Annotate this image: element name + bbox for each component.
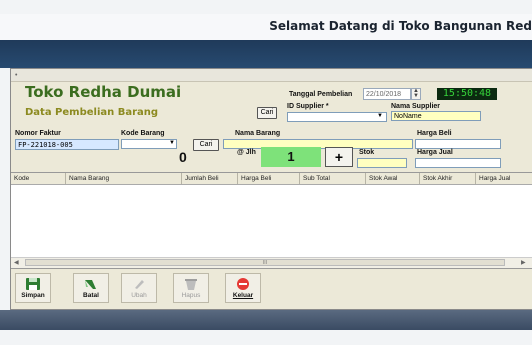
- save-button[interactable]: Simpan: [15, 273, 51, 303]
- trash-icon: [185, 279, 197, 290]
- horizontal-scrollbar[interactable]: ◀ III ▶: [11, 257, 532, 268]
- total-display: 0: [179, 149, 187, 165]
- column-header-nama-barang[interactable]: Nama Barang: [66, 173, 182, 184]
- sell-price-label: Harga Jual: [417, 149, 453, 156]
- column-header-jumlah-beli[interactable]: Jumlah Beli: [182, 173, 238, 184]
- column-header-harga-beli[interactable]: Harga Beli: [238, 173, 300, 184]
- action-toolbar: Simpan Batal Ubah Hapus Keluar: [11, 271, 532, 307]
- undo-icon: [85, 280, 96, 289]
- table-header: Kode Nama Barang Jumlah Beli Harga Beli …: [11, 173, 532, 185]
- supplier-name-field[interactable]: NoName: [391, 111, 481, 121]
- column-header-stok-akhir[interactable]: Stok Akhir: [420, 173, 476, 184]
- cancel-button[interactable]: Batal: [73, 273, 109, 303]
- item-code-label: Kode Barang: [121, 130, 165, 137]
- cancel-label: Batal: [83, 292, 99, 299]
- exit-label: Keluar: [232, 292, 254, 299]
- scroll-left-icon[interactable]: ◀: [14, 259, 19, 266]
- column-header-harga-jual[interactable]: Harga Jual: [476, 173, 532, 184]
- stock-label: Stok: [359, 149, 375, 156]
- invoice-label: Nomor Faktur: [15, 130, 61, 137]
- save-icon: [26, 278, 40, 290]
- buy-price-field[interactable]: [415, 139, 501, 149]
- search-supplier-button[interactable]: Cari: [257, 107, 277, 119]
- supplier-id-label: ID Supplier *: [287, 103, 329, 110]
- purchase-items-table[interactable]: Kode Nama Barang Jumlah Beli Harga Beli …: [11, 172, 532, 269]
- qty-label: @ Jlh: [237, 149, 256, 156]
- purchase-window: • Toko Redha Dumai Data Pembelian Barang…: [10, 68, 532, 310]
- welcome-text: Selamat Datang di Toko Bangunan Red: [269, 19, 532, 33]
- buy-price-label: Harga Beli: [417, 130, 452, 137]
- supplier-id-select[interactable]: [287, 112, 387, 122]
- quantity-field[interactable]: 1: [261, 147, 321, 167]
- store-name: Toko Redha Dumai: [25, 83, 182, 101]
- footer-band: [0, 310, 532, 330]
- window-icon: •: [15, 72, 18, 79]
- scrollbar-thumb[interactable]: III: [25, 259, 505, 266]
- chevron-down-icon[interactable]: ▼: [169, 140, 175, 146]
- form-subtitle: Data Pembelian Barang: [25, 107, 159, 118]
- welcome-banner: Selamat Datang di Toko Bangunan Red: [0, 14, 532, 41]
- date-spinner[interactable]: ▲ ▼: [411, 88, 421, 100]
- exit-icon: [237, 278, 249, 290]
- sell-price-field[interactable]: [415, 158, 501, 168]
- clock-display: 15:50:48: [437, 88, 497, 100]
- item-name-label: Nama Barang: [235, 130, 281, 137]
- exit-button[interactable]: Keluar: [225, 273, 261, 303]
- column-header-kode[interactable]: Kode: [11, 173, 66, 184]
- invoice-field[interactable]: FP-221018-005: [15, 139, 119, 150]
- column-header-stok-awal[interactable]: Stok Awal: [366, 173, 420, 184]
- edit-label: Ubah: [131, 292, 147, 299]
- scroll-right-icon[interactable]: ▶: [521, 259, 526, 266]
- supplier-name-label: Nama Supplier: [391, 103, 441, 110]
- purchase-date-field[interactable]: 22/10/2018: [363, 88, 411, 100]
- edit-button[interactable]: Ubah: [121, 273, 157, 303]
- search-item-button[interactable]: Cari: [193, 139, 219, 151]
- save-label: Simpan: [21, 292, 45, 299]
- add-item-button[interactable]: +: [325, 147, 353, 167]
- pencil-icon: [135, 280, 144, 289]
- delete-button[interactable]: Hapus: [173, 273, 209, 303]
- date-label: Tanggal Pembelian: [289, 91, 353, 98]
- chevron-down-icon[interactable]: ▼: [377, 113, 383, 119]
- window-titlebar[interactable]: •: [11, 69, 532, 82]
- stock-field[interactable]: [357, 158, 407, 168]
- column-header-sub-total[interactable]: Sub Total: [300, 173, 366, 184]
- header-band: [0, 40, 532, 68]
- delete-label: Hapus: [181, 292, 201, 299]
